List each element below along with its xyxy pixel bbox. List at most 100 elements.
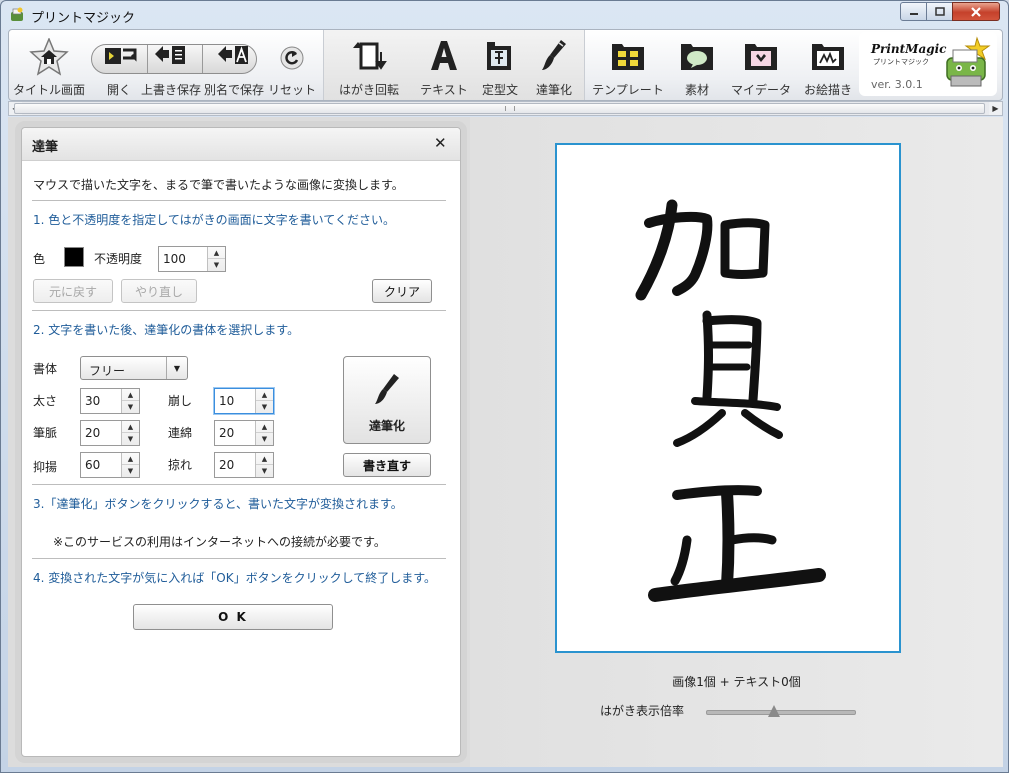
drawing-label: お絵描き xyxy=(803,83,852,97)
overwrite-save-label: 上書き保存 xyxy=(140,83,201,97)
zoom-slider-thumb[interactable] xyxy=(767,705,780,717)
vein-up-button[interactable]: ▲ xyxy=(122,421,139,433)
open-icon xyxy=(105,48,137,64)
color-swatch[interactable] xyxy=(64,247,84,267)
material-folder-icon xyxy=(681,44,713,70)
modulation-down-button[interactable]: ▼ xyxy=(122,465,139,477)
app-icon xyxy=(11,7,23,21)
object-count: 画像1個 + テキスト0個 xyxy=(672,675,801,689)
postcard-canvas[interactable] xyxy=(555,143,901,653)
modulation-stepper[interactable]: 60 ▲ ▼ xyxy=(80,452,140,478)
zoom-label: はがき表示倍率 xyxy=(600,704,685,718)
step-2-text: 2. 文字を書いた後、達筆化の書体を選択します。 xyxy=(33,323,300,337)
distort-stepper[interactable]: 10 ▲ ▼ xyxy=(214,388,274,414)
vein-stepper[interactable]: 20 ▲ ▼ xyxy=(80,420,140,446)
template-folder-icon xyxy=(612,44,644,70)
scroll-right-button[interactable]: ▶ xyxy=(989,102,1002,115)
main-toolbar: タイトル画面 開く 上書き保存 別名で保存 リセット はがき回転 テキスト 定型… xyxy=(8,29,1003,101)
connect-stepper[interactable]: 20 ▲ ▼ xyxy=(214,420,274,446)
material-label: 素材 xyxy=(684,83,709,97)
calligraphy-image[interactable] xyxy=(557,145,899,651)
redo-button[interactable]: やり直し xyxy=(121,279,197,303)
title-screen-label: タイトル画面 xyxy=(12,83,85,97)
brush-convert-label: 達筆化 xyxy=(368,419,405,433)
distort-up-button[interactable]: ▲ xyxy=(256,389,273,401)
clear-button[interactable]: クリア xyxy=(372,279,432,303)
distort-down-button[interactable]: ▼ xyxy=(256,401,273,413)
scratch-down-button[interactable]: ▼ xyxy=(256,465,273,477)
maximize-icon xyxy=(934,6,945,16)
step-4-text: 4. 変換された文字が気に入れば「OK」ボタンをクリックして終了します。 xyxy=(33,571,437,585)
brush-panel: 達筆 ✕ マウスで描いた文字を、まるで筆で書いたような画像に変換します。 1. … xyxy=(21,127,461,757)
save-as-button[interactable]: 別名で保存 xyxy=(203,30,265,100)
save-as-label: 別名で保存 xyxy=(203,83,264,97)
arrow-right-icon: ▶ xyxy=(992,104,999,113)
toolbar-scrollbar[interactable]: ◀ ▶ xyxy=(8,101,1003,116)
ok-button[interactable]: O K xyxy=(133,604,333,630)
thickness-up-button[interactable]: ▲ xyxy=(122,389,139,401)
my-data-button[interactable]: マイデータ xyxy=(729,30,793,100)
minimize-button[interactable] xyxy=(900,2,927,21)
undo-button[interactable]: 元に戻す xyxy=(33,279,113,303)
left-pane: 達筆 ✕ マウスで描いた文字を、まるで筆で書いたような画像に変換します。 1. … xyxy=(8,117,471,767)
connect-up-button[interactable]: ▲ xyxy=(256,421,273,433)
scratch-up-button[interactable]: ▲ xyxy=(256,453,273,465)
opacity-up-button[interactable]: ▲ xyxy=(208,247,225,259)
material-button[interactable]: 素材 xyxy=(671,30,723,100)
brush-label: 達筆化 xyxy=(535,83,572,97)
printer-mascot-icon xyxy=(946,36,991,87)
opacity-down-button[interactable]: ▼ xyxy=(208,259,225,271)
title-screen-button[interactable]: タイトル画面 xyxy=(11,30,87,100)
brush-convert-button[interactable]: 達筆化 xyxy=(343,356,431,444)
thickness-label: 太さ xyxy=(33,394,58,408)
divider xyxy=(32,200,446,201)
logo-text: PrintMagic xyxy=(871,42,947,56)
opacity-stepper[interactable]: 100 ▲ ▼ xyxy=(158,246,226,272)
reset-button[interactable]: リセット xyxy=(267,30,317,100)
reset-label: リセット xyxy=(267,83,316,97)
scrollbar-thumb[interactable] xyxy=(14,103,985,114)
connect-down-button[interactable]: ▼ xyxy=(256,433,273,445)
rotate-postcard-button[interactable]: はがき回転 xyxy=(332,30,406,100)
thickness-down-button[interactable]: ▼ xyxy=(122,401,139,413)
drawing-button[interactable]: お絵描き xyxy=(799,30,857,100)
zoom-slider[interactable] xyxy=(706,710,856,715)
panel-intro: マウスで描いた文字を、まるで筆で書いたような画像に変換します。 xyxy=(33,178,404,192)
scratch-label: 掠れ xyxy=(168,458,193,472)
distort-value: 10 xyxy=(219,394,235,408)
template-button[interactable]: テンプレート xyxy=(589,30,667,100)
toolbar-file-group: タイトル画面 開く 上書き保存 別名で保存 リセット xyxy=(9,30,323,100)
brush-button[interactable]: 達筆化 xyxy=(528,30,580,100)
save-icon xyxy=(155,46,185,64)
modulation-label: 抑揚 xyxy=(33,460,58,474)
overwrite-save-button[interactable]: 上書き保存 xyxy=(139,30,203,100)
toolbar-material-group: テンプレート 素材 マイデータ お絵描き xyxy=(583,30,859,100)
my-data-folder-icon xyxy=(745,44,777,70)
version-label: ver. 3.0.1 xyxy=(871,78,923,91)
modulation-up-button[interactable]: ▲ xyxy=(122,453,139,465)
connect-value: 20 xyxy=(219,426,235,440)
text-icon xyxy=(431,41,457,70)
maximize-button[interactable] xyxy=(926,2,953,21)
font-select-value: フリー xyxy=(89,364,126,378)
rewrite-button[interactable]: 書き直す xyxy=(343,453,431,477)
reset-icon xyxy=(280,46,304,70)
font-select[interactable]: フリー ▼ xyxy=(80,356,188,380)
close-x-icon: ✕ xyxy=(434,134,447,152)
thickness-stepper[interactable]: 30 ▲ ▼ xyxy=(80,388,140,414)
internet-note: ※このサービスの利用はインターネットへの接続が必要です。 xyxy=(53,535,386,549)
toolbar-edit-group: はがき回転 テキスト 定型文 達筆化 xyxy=(323,30,585,100)
title-bar: プリントマジック xyxy=(1,1,1008,29)
vein-down-button[interactable]: ▼ xyxy=(122,433,139,445)
save-as-icon xyxy=(218,46,248,64)
divider xyxy=(32,558,446,559)
divider xyxy=(32,484,446,485)
scratch-stepper[interactable]: 20 ▲ ▼ xyxy=(214,452,274,478)
close-window-button[interactable] xyxy=(952,2,1000,21)
close-icon xyxy=(971,6,981,17)
chevron-down-icon: ▼ xyxy=(166,357,187,379)
panel-close-button[interactable]: ✕ xyxy=(434,134,447,152)
template-phrase-button[interactable]: 定型文 xyxy=(474,30,526,100)
text-button[interactable]: テキスト xyxy=(414,30,474,100)
brush-icon xyxy=(542,40,566,70)
